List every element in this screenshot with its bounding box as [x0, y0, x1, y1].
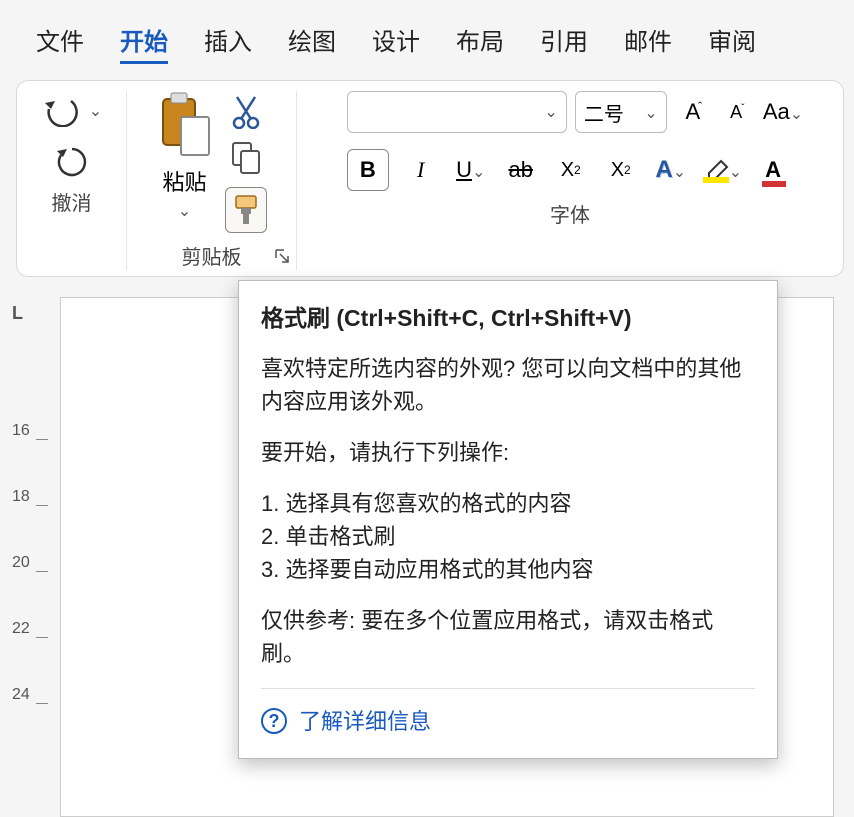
group-label-font: 字体: [550, 199, 590, 228]
chevron-down-icon: [544, 102, 557, 122]
chevron-down-icon: [729, 157, 742, 183]
paste-icon[interactable]: [157, 91, 213, 161]
ruler-corner: L: [12, 297, 60, 344]
tooltip-step: 3. 选择要自动应用格式的其他内容: [261, 553, 755, 586]
chevron-down-icon: [644, 101, 657, 124]
format-painter-button[interactable]: [225, 187, 267, 233]
tab-draw[interactable]: 绘图: [288, 22, 336, 64]
tab-references[interactable]: 引用: [540, 22, 588, 64]
group-clipboard: 粘贴 剪贴板: [127, 91, 297, 270]
paste-dropdown-icon[interactable]: [178, 201, 191, 221]
tooltip-steps-intro: 要开始，请执行下列操作:: [261, 436, 755, 469]
font-color-icon: A: [765, 157, 783, 183]
help-icon: ?: [261, 708, 287, 734]
group-font: 二号 Aˆ Aˇ Aa B I U ab X2 X2 A: [297, 91, 843, 270]
clipboard-launcher-icon[interactable]: [274, 248, 290, 264]
highlight-button[interactable]: [703, 149, 742, 191]
ribbon: 撤消 粘贴: [16, 80, 844, 277]
tab-layout[interactable]: 布局: [456, 22, 504, 64]
tooltip-description: 喜欢特定所选内容的外观? 您可以向文档中的其他内容应用该外观。: [261, 352, 755, 418]
subscript-button[interactable]: X2: [553, 149, 589, 191]
highlight-icon: [703, 159, 729, 181]
undo-icon[interactable]: [41, 95, 83, 127]
text-effects-button[interactable]: A: [653, 149, 689, 191]
shrink-font-button[interactable]: Aˇ: [719, 91, 755, 133]
group-label-clipboard: 剪贴板: [182, 241, 242, 270]
learn-more-label: 了解详细信息: [299, 705, 431, 738]
superscript-button[interactable]: X2: [603, 149, 639, 191]
tab-home[interactable]: 开始: [120, 22, 168, 64]
tooltip-step: 2. 单击格式刷: [261, 520, 755, 553]
cut-icon[interactable]: [231, 95, 261, 129]
group-undo: 撤消: [17, 91, 127, 270]
italic-button[interactable]: I: [403, 149, 439, 191]
learn-more-link[interactable]: ? 了解详细信息: [261, 705, 755, 738]
font-color-button[interactable]: A: [756, 149, 792, 191]
undo-dropdown-icon[interactable]: [89, 101, 102, 121]
vertical-ruler: L 16 18 20 22 24: [0, 297, 60, 817]
chevron-down-icon: [472, 157, 485, 183]
repeat-icon[interactable]: [55, 145, 89, 179]
group-label-undo: 撤消: [52, 187, 92, 216]
ribbon-tabs: 文件 开始 插入 绘图 设计 布局 引用 邮件 审阅: [0, 0, 854, 74]
tooltip-title: 格式刷 (Ctrl+Shift+C, Ctrl+Shift+V): [261, 301, 755, 336]
strikethrough-button[interactable]: ab: [503, 149, 539, 191]
tab-mailings[interactable]: 邮件: [624, 22, 672, 64]
chevron-down-icon: [673, 157, 686, 183]
underline-button[interactable]: U: [453, 149, 489, 191]
format-painter-tooltip: 格式刷 (Ctrl+Shift+C, Ctrl+Shift+V) 喜欢特定所选内…: [238, 280, 778, 759]
change-case-button[interactable]: Aa: [763, 91, 803, 133]
font-family-select[interactable]: [347, 91, 567, 133]
chevron-down-icon: [790, 99, 803, 125]
tab-design[interactable]: 设计: [372, 22, 420, 64]
tab-review[interactable]: 审阅: [708, 22, 756, 64]
tab-file[interactable]: 文件: [36, 22, 84, 64]
grow-font-button[interactable]: Aˆ: [675, 91, 711, 133]
paste-label[interactable]: 粘贴: [162, 165, 206, 197]
bold-button[interactable]: B: [347, 149, 389, 191]
tooltip-note: 仅供参考: 要在多个位置应用格式，请双击格式刷。: [261, 604, 755, 670]
tooltip-step: 1. 选择具有您喜欢的格式的内容: [261, 487, 755, 520]
copy-icon[interactable]: [231, 141, 261, 175]
font-size-select[interactable]: 二号: [575, 91, 667, 133]
font-size-value: 二号: [584, 98, 624, 127]
tab-insert[interactable]: 插入: [204, 22, 252, 64]
